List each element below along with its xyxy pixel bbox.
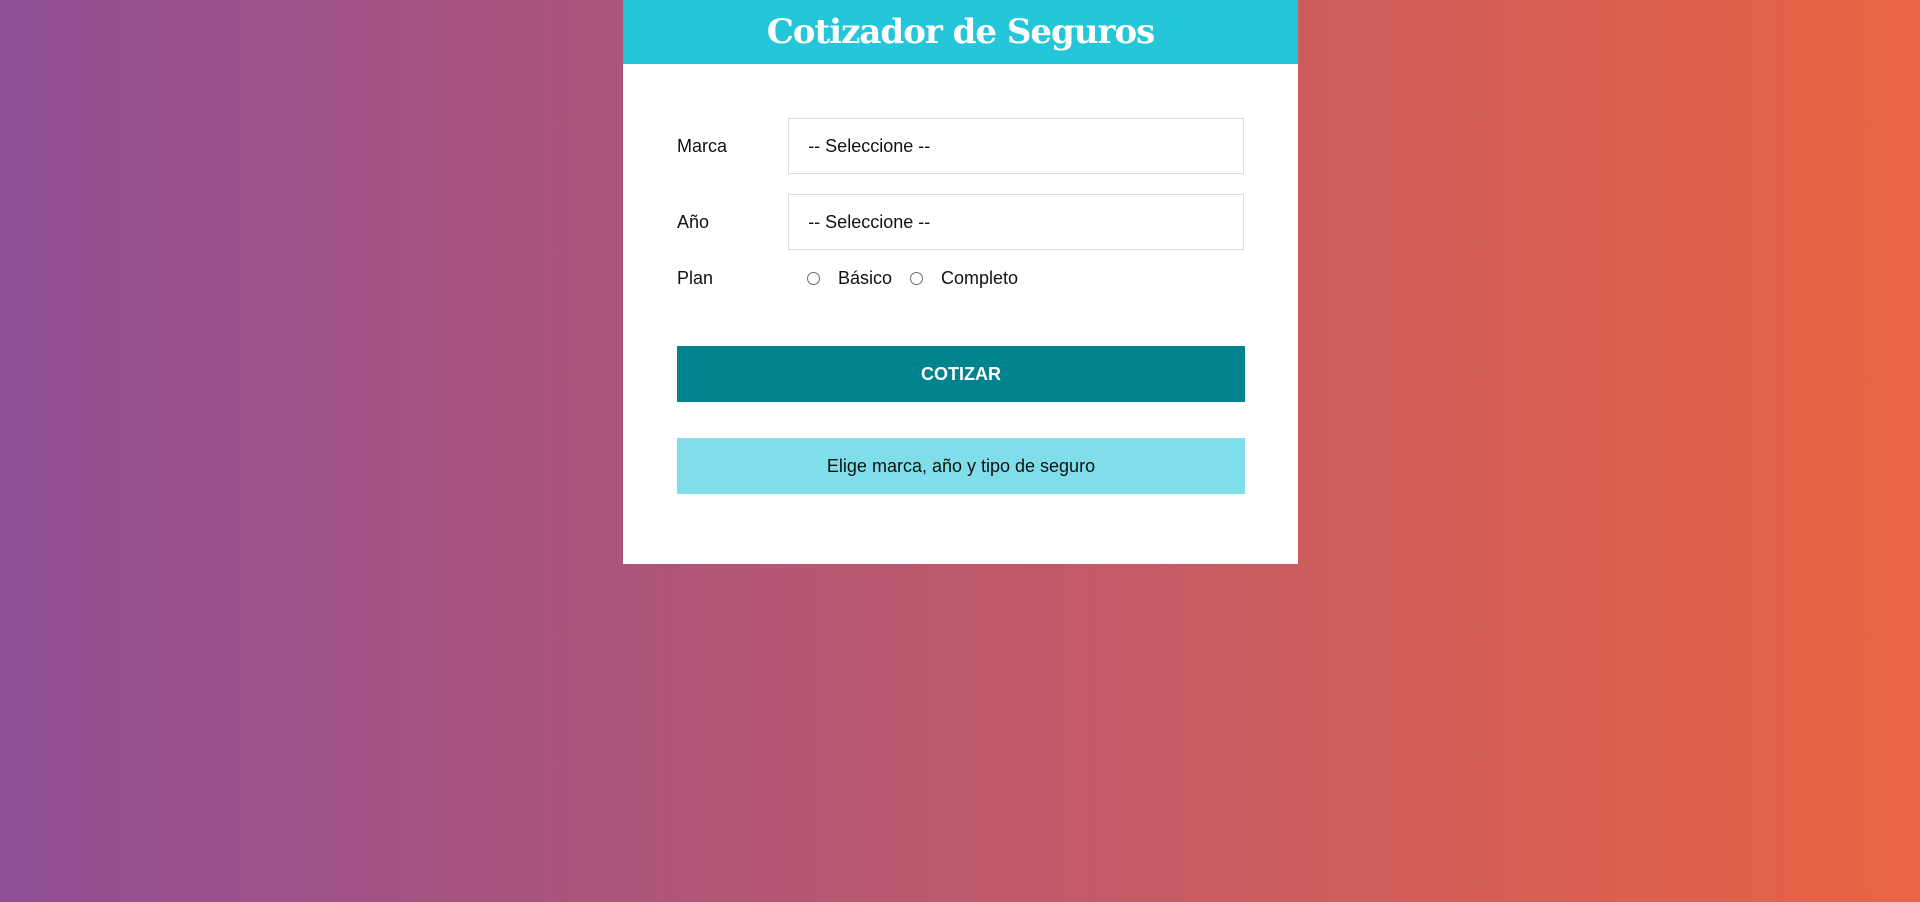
plan-basico-label[interactable]: Básico xyxy=(838,268,892,289)
marca-row: Marca -- Seleccione -- xyxy=(677,118,1244,174)
header-bar: Cotizador de Seguros xyxy=(623,0,1298,64)
marca-label: Marca xyxy=(677,135,728,156)
plan-completo-radio[interactable] xyxy=(910,271,924,285)
anio-label: Año xyxy=(677,211,710,232)
info-message: Elige marca, año y tipo de seguro xyxy=(677,438,1245,494)
plan-radio-group: Básico Completo xyxy=(789,268,1036,289)
marca-select[interactable]: -- Seleccione -- xyxy=(788,118,1244,174)
plan-completo-label[interactable]: Completo xyxy=(941,268,1018,289)
page-title: Cotizador de Seguros xyxy=(766,12,1156,52)
anio-row: Año -- Seleccione -- xyxy=(677,194,1244,250)
quote-card: Cotizador de Seguros Marca -- Seleccione… xyxy=(623,0,1298,564)
cotizar-button[interactable]: COTIZAR xyxy=(677,346,1245,402)
quote-form: Marca -- Seleccione -- Año -- Seleccione… xyxy=(623,64,1298,494)
anio-select[interactable]: -- Seleccione -- xyxy=(788,194,1244,250)
plan-label: Plan xyxy=(677,267,714,288)
plan-row: Plan Básico Completo xyxy=(677,266,1244,290)
plan-basico-radio[interactable] xyxy=(807,271,820,285)
